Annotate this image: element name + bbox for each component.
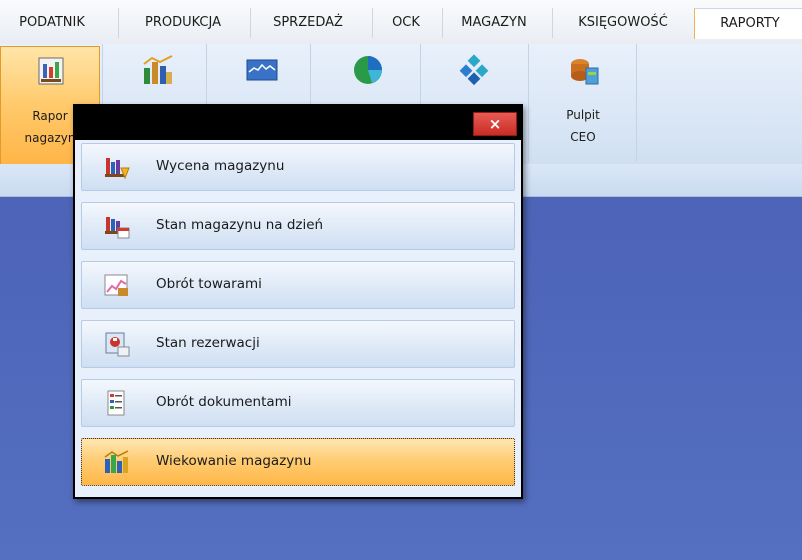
menu-item-wycena-magazynu[interactable]: Wycena magazynu bbox=[81, 143, 515, 191]
ribbon-button-label: CEO bbox=[570, 130, 596, 144]
close-icon: × bbox=[488, 115, 502, 133]
tab-separator bbox=[250, 8, 251, 38]
globe-pie-icon bbox=[352, 54, 384, 86]
tab-separator bbox=[552, 8, 553, 38]
menu-item-label: Wycena magazynu bbox=[156, 158, 285, 174]
tab-separator bbox=[372, 8, 373, 38]
menu-item-stan-magazynu-na-dzien[interactable]: Stan magazynu na dzień bbox=[81, 202, 515, 250]
stock-on-date-icon bbox=[104, 213, 130, 239]
tab-produkcja[interactable]: PRODUKCJA bbox=[124, 8, 242, 38]
ribbon-button-label: Pulpit bbox=[566, 108, 600, 122]
cubes-icon bbox=[458, 54, 490, 86]
line-graph-icon bbox=[246, 54, 278, 86]
tab-separator bbox=[442, 8, 443, 38]
document-turnover-icon bbox=[104, 390, 130, 416]
tab-sprzedaz[interactable]: SPRZEDAŻ bbox=[254, 8, 362, 38]
ribbon-divider bbox=[636, 44, 637, 162]
menu-item-label: Obrót towarami bbox=[156, 276, 262, 292]
tab-ock[interactable]: OCK bbox=[376, 8, 436, 38]
menu-item-obrot-dokumentami[interactable]: Obrót dokumentami bbox=[81, 379, 515, 427]
menu-item-label: Obrót dokumentami bbox=[156, 394, 292, 410]
close-button[interactable]: × bbox=[473, 112, 517, 136]
tab-separator bbox=[118, 8, 119, 38]
menu-item-label: Stan rezerwacji bbox=[156, 335, 260, 351]
stock-aging-icon bbox=[104, 449, 130, 475]
tab-ksiegowosc[interactable]: KSIĘGOWOŚĆ bbox=[556, 8, 690, 38]
dashboard-ceo-icon bbox=[568, 54, 600, 86]
reservation-status-icon bbox=[104, 331, 130, 357]
menu-item-stan-rezerwacji[interactable]: Stan rezerwacji bbox=[81, 320, 515, 368]
main-tab-bar: PODATNIK PRODUKCJA SPRZEDAŻ OCK MAGAZYN … bbox=[0, 0, 802, 45]
goods-turnover-icon bbox=[104, 272, 130, 298]
report-selection-dialog: × Wycena magazynu Stan magazynu na dzień… bbox=[73, 104, 523, 499]
tab-magazyn[interactable]: MAGAZYN bbox=[444, 8, 544, 38]
menu-item-obrot-towarami[interactable]: Obrót towarami bbox=[81, 261, 515, 309]
tab-podatnik[interactable]: PODATNIK bbox=[0, 8, 104, 38]
warehouse-valuation-icon bbox=[104, 154, 130, 180]
menu-item-label: Wiekowanie magazynu bbox=[156, 453, 312, 469]
menu-item-wiekowanie-magazynu[interactable]: Wiekowanie magazynu bbox=[81, 438, 515, 486]
sales-chart-icon bbox=[142, 54, 174, 86]
menu-item-label: Stan magazynu na dzień bbox=[156, 217, 324, 233]
ribbon-divider bbox=[528, 44, 529, 162]
ribbon-button-pulpit-ceo[interactable]: Pulpit CEO bbox=[534, 46, 632, 164]
warehouse-report-icon bbox=[35, 55, 67, 87]
tab-raporty[interactable]: RAPORTY bbox=[694, 8, 802, 39]
dialog-body: Wycena magazynu Stan magazynu na dzień O… bbox=[75, 140, 521, 497]
